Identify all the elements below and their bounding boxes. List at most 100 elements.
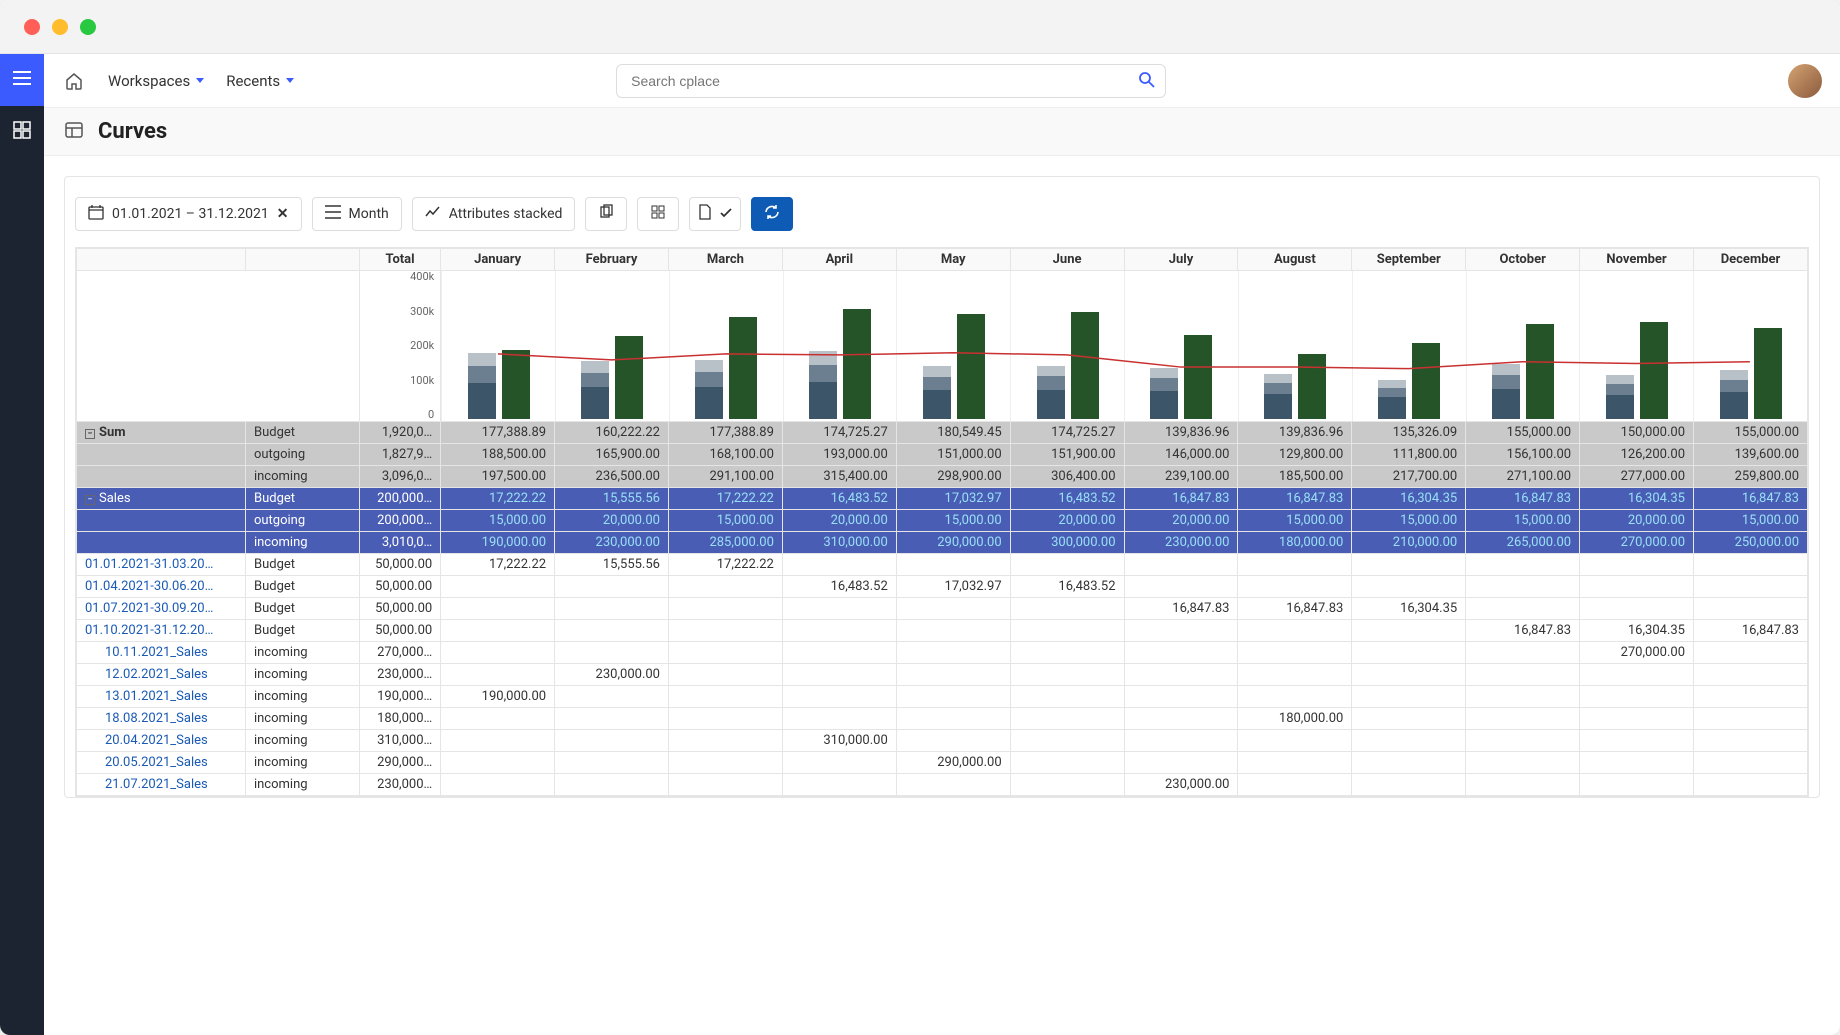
value-cell: 265,000.00 <box>1466 532 1580 554</box>
refresh-button[interactable] <box>751 197 793 231</box>
value-cell <box>1694 730 1808 752</box>
incoming-bar[interactable] <box>843 309 871 419</box>
row-name-cell[interactable]: 01.10.2021-31.12.20… <box>77 620 246 642</box>
value-cell: 230,000.00 <box>1124 774 1238 796</box>
column-header[interactable] <box>77 249 246 271</box>
incoming-bar[interactable] <box>1412 343 1440 419</box>
total-cell: 290,000… <box>359 752 440 774</box>
value-cell <box>1580 730 1694 752</box>
row-name-cell[interactable]: 20.04.2021_Sales <box>77 730 246 752</box>
outgoing-bar[interactable] <box>809 351 837 419</box>
value-cell <box>1694 642 1808 664</box>
workspaces-label: Workspaces <box>108 72 190 90</box>
table-row: incoming3,096,0…197,500.00236,500.00291,… <box>77 466 1808 488</box>
table-row: 20.05.2021_Salesincoming290,000…290,000.… <box>77 752 1808 774</box>
column-header[interactable] <box>245 249 359 271</box>
column-header[interactable]: December <box>1694 249 1808 271</box>
incoming-bar[interactable] <box>502 350 530 419</box>
column-header[interactable]: January <box>441 249 555 271</box>
outgoing-bar[interactable] <box>1264 374 1292 419</box>
outgoing-bar[interactable] <box>695 360 723 419</box>
outgoing-bar[interactable] <box>1037 366 1065 419</box>
value-cell <box>668 752 782 774</box>
incoming-bar[interactable] <box>1640 322 1668 419</box>
row-name-cell[interactable]: 20.05.2021_Sales <box>77 752 246 774</box>
window-minimize-icon[interactable] <box>52 19 68 35</box>
outgoing-bar[interactable] <box>1378 380 1406 419</box>
collapse-icon[interactable]: − <box>85 495 95 505</box>
incoming-bar[interactable] <box>1184 335 1212 419</box>
page-header: Curves <box>44 108 1840 156</box>
dashboard-item[interactable] <box>0 106 44 158</box>
column-header[interactable]: July <box>1124 249 1238 271</box>
column-header[interactable]: November <box>1580 249 1694 271</box>
total-cell: 50,000.00 <box>359 554 440 576</box>
outgoing-bar[interactable] <box>1606 375 1634 419</box>
window-close-icon[interactable] <box>24 19 40 35</box>
home-button[interactable] <box>62 69 86 93</box>
attributes-button[interactable]: Attributes stacked <box>412 197 576 231</box>
export-button[interactable] <box>689 197 741 231</box>
row-name-cell <box>77 466 246 488</box>
column-header[interactable]: April <box>782 249 896 271</box>
table-row: −SumBudget1,920,0…177,388.89160,222.2217… <box>77 422 1808 444</box>
value-cell <box>668 598 782 620</box>
close-icon[interactable]: ✕ <box>277 206 289 222</box>
menu-toggle[interactable] <box>0 54 44 106</box>
outgoing-bar[interactable] <box>923 366 951 419</box>
collapse-icon[interactable]: − <box>85 429 95 439</box>
y-axis-tick: 200k <box>394 339 434 352</box>
row-name-cell[interactable]: 01.04.2021-30.06.20… <box>77 576 246 598</box>
outgoing-bar[interactable] <box>1492 364 1520 419</box>
column-header[interactable]: October <box>1466 249 1580 271</box>
incoming-bar[interactable] <box>1754 328 1782 419</box>
row-name-cell[interactable]: 13.01.2021_Sales <box>77 686 246 708</box>
chevron-down-icon <box>286 78 294 83</box>
avatar[interactable] <box>1788 64 1822 98</box>
value-cell: 111,800.00 <box>1352 444 1466 466</box>
column-header[interactable]: May <box>896 249 1010 271</box>
column-header[interactable]: March <box>668 249 782 271</box>
value-cell <box>1466 664 1580 686</box>
date-range-button[interactable]: 01.01.2021 – 31.12.2021 ✕ <box>75 197 302 231</box>
row-name-cell[interactable]: 18.08.2021_Sales <box>77 708 246 730</box>
search-icon[interactable] <box>1138 71 1156 93</box>
value-cell <box>1466 730 1580 752</box>
workspaces-dropdown[interactable]: Workspaces <box>108 72 204 90</box>
outgoing-bar[interactable] <box>581 361 609 419</box>
outgoing-bar[interactable] <box>468 353 496 419</box>
chart-line-icon <box>425 205 441 223</box>
outgoing-bar[interactable] <box>1720 370 1748 419</box>
column-header[interactable]: February <box>555 249 669 271</box>
row-name-cell[interactable]: 21.07.2021_Sales <box>77 774 246 796</box>
incoming-bar[interactable] <box>615 336 643 419</box>
copy-button[interactable] <box>585 197 627 231</box>
row-name-cell[interactable]: 01.01.2021-31.03.20… <box>77 554 246 576</box>
value-cell: 129,800.00 <box>1238 444 1352 466</box>
incoming-bar[interactable] <box>1071 312 1099 419</box>
incoming-bar[interactable] <box>1526 324 1554 419</box>
attr-cell: incoming <box>245 730 359 752</box>
settings-button[interactable] <box>637 197 679 231</box>
search-input[interactable] <box>616 64 1166 98</box>
window-maximize-icon[interactable] <box>80 19 96 35</box>
row-name-cell[interactable]: 12.02.2021_Sales <box>77 664 246 686</box>
outgoing-bar[interactable] <box>1150 368 1178 419</box>
incoming-bar[interactable] <box>1298 354 1326 419</box>
row-name-cell[interactable]: 01.07.2021-30.09.20… <box>77 598 246 620</box>
recents-dropdown[interactable]: Recents <box>226 72 294 90</box>
incoming-bar[interactable] <box>729 317 757 419</box>
row-name-cell[interactable]: 10.11.2021_Sales <box>77 642 246 664</box>
value-cell <box>1466 554 1580 576</box>
value-cell: 16,847.83 <box>1466 488 1580 510</box>
column-header[interactable]: June <box>1010 249 1124 271</box>
incoming-bar[interactable] <box>957 314 985 419</box>
column-header[interactable]: August <box>1238 249 1352 271</box>
month-button[interactable]: Month <box>312 197 402 231</box>
attr-cell: incoming <box>245 466 359 488</box>
column-header[interactable]: Total <box>359 249 440 271</box>
value-cell: 20,000.00 <box>1580 510 1694 532</box>
value-cell <box>668 730 782 752</box>
value-cell <box>1010 774 1124 796</box>
column-header[interactable]: September <box>1352 249 1466 271</box>
